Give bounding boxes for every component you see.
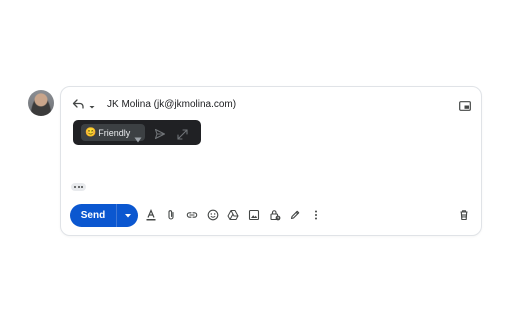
trash-icon[interactable] bbox=[457, 208, 471, 222]
show-trimmed-content-button[interactable] bbox=[71, 183, 86, 191]
expand-icon[interactable] bbox=[177, 127, 188, 140]
send-options-button[interactable] bbox=[117, 204, 138, 227]
link-icon[interactable] bbox=[185, 208, 199, 222]
confidential-lock-icon[interactable] bbox=[268, 208, 282, 222]
send-button[interactable]: Send bbox=[70, 204, 116, 227]
tone-label: Friendly bbox=[98, 127, 131, 138]
attach-icon[interactable] bbox=[164, 208, 178, 222]
photo-icon[interactable] bbox=[247, 208, 261, 222]
compose-card: JK Molina (jk@jkmolina.com) 😊 Friendly S… bbox=[60, 86, 482, 236]
recipient-label[interactable]: JK Molina (jk@jkmolina.com) bbox=[107, 99, 236, 110]
tone-dropdown[interactable]: 😊 Friendly bbox=[81, 124, 145, 142]
send-arrow-icon[interactable] bbox=[154, 127, 166, 139]
pop-out-icon[interactable] bbox=[459, 98, 471, 111]
format-text-icon[interactable] bbox=[144, 208, 158, 222]
chevron-down-icon[interactable] bbox=[87, 99, 97, 109]
drive-icon[interactable] bbox=[226, 208, 240, 222]
dropdown-caret-icon bbox=[134, 130, 142, 142]
more-vert-icon[interactable] bbox=[309, 208, 323, 222]
chevron-down-icon bbox=[124, 213, 131, 217]
signature-pen-icon[interactable] bbox=[288, 208, 302, 222]
reply-icon[interactable] bbox=[71, 97, 85, 111]
tone-emoji: 😊 bbox=[85, 127, 97, 137]
emoji-icon[interactable] bbox=[206, 208, 220, 222]
compose-header: JK Molina (jk@jkmolina.com) bbox=[71, 95, 236, 113]
tone-toolbar: 😊 Friendly bbox=[73, 120, 201, 145]
sender-avatar bbox=[28, 90, 54, 116]
send-button-group: Send bbox=[70, 204, 138, 227]
